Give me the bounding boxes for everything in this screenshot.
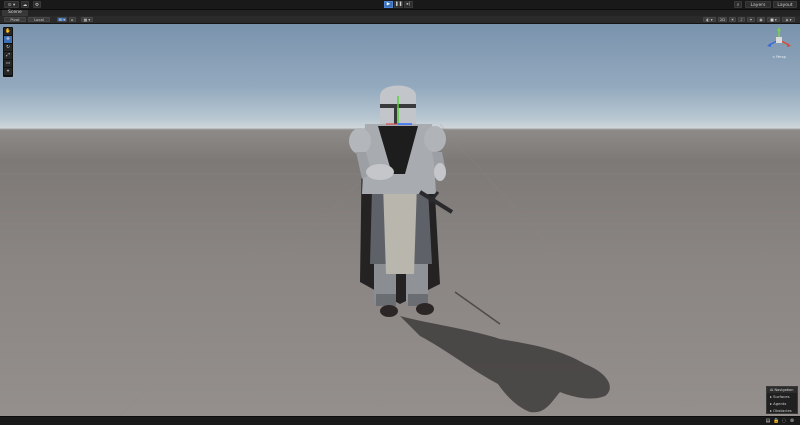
tabard (383, 184, 417, 274)
layers-dropdown[interactable]: Layers (745, 1, 771, 8)
overlay-item-agents[interactable]: ▸ Agents (767, 400, 797, 407)
lock-icon[interactable]: 🔒 (773, 418, 779, 424)
pause-icon[interactable]: ❚❚ (394, 1, 403, 8)
network-icon[interactable]: ⊗ (789, 418, 795, 424)
collab-button[interactable]: ⚙ (33, 1, 41, 8)
increment-dropdown[interactable]: ▦ ▾ (81, 17, 93, 22)
right-gauntlet (434, 163, 446, 181)
ai-navigation-overlay: AI Navigation ▸ Surfaces ▸ Agents ▸ Obst… (766, 386, 798, 414)
scene-viewport[interactable] (0, 24, 800, 416)
lighting-icon[interactable]: ☀ (729, 17, 736, 22)
layout-dropdown[interactable]: Layout (773, 1, 797, 8)
overlay-item-surfaces[interactable]: ▸ Surfaces (767, 393, 797, 400)
right-boot (416, 303, 434, 315)
left-boot (380, 305, 398, 317)
space-dropdown[interactable]: Local (28, 17, 50, 22)
mode-2d-toggle[interactable]: 2D (718, 17, 727, 22)
move-tool-icon[interactable]: ✥ (4, 36, 12, 44)
left-pauldron (349, 128, 371, 154)
snap-toggle[interactable]: ▸ (69, 17, 76, 22)
axis-cube-icon (767, 27, 791, 47)
perspective-label[interactable]: < Persp (766, 55, 792, 59)
search-icon[interactable]: ⌕ (734, 1, 742, 8)
scene-toolbar: Pivot Local ⊞ ▾ ▸ ▦ ▾ ◐ ▾ 2D ☀ ♪ ✦ ◉ ■ ▾… (0, 16, 800, 24)
hand-tool-icon[interactable]: ✋ (4, 28, 12, 36)
visibility-icon[interactable]: ◉ (757, 17, 765, 22)
pivot-dropdown[interactable]: Pivot (4, 17, 26, 22)
effects-icon[interactable]: ✦ (747, 17, 755, 22)
overlay-item-obstacles[interactable]: ▸ Obstacles (767, 407, 797, 414)
tool-palette: ✋ ✥ ↻ ⤢ ▭ ⌖ (3, 27, 13, 77)
console-icon[interactable]: ▤ (765, 418, 771, 424)
rotate-tool-icon[interactable]: ↻ (4, 44, 12, 52)
rect-tool-icon[interactable]: ▭ (4, 60, 12, 68)
camera-dropdown[interactable]: ■ ▾ (767, 17, 780, 22)
cloud-icon[interactable]: ☁ (21, 1, 29, 8)
play-controls: ▶ ❚❚ ▸| (384, 1, 413, 8)
right-pauldron (424, 126, 446, 152)
main-toolbar: ⊙ ▾ ☁ ⚙ ▶ ❚❚ ▸| ⌕ Layers Layout (0, 0, 800, 10)
gizmos-dropdown[interactable]: ◈ ▾ (782, 17, 795, 22)
left-gauntlet (366, 164, 394, 180)
scale-tool-icon[interactable]: ⤢ (4, 52, 12, 60)
audio-icon[interactable]: ♪ (738, 17, 745, 22)
character-shadow (400, 316, 610, 413)
play-icon[interactable]: ▶ (384, 1, 393, 8)
grid-dropdown[interactable]: ⊞ ▾ (57, 17, 67, 22)
scene-render (0, 85, 800, 416)
transform-tool-icon[interactable]: ⌖ (4, 68, 12, 76)
orientation-gizmo[interactable]: < Persp (766, 26, 792, 60)
light-icon[interactable]: ◌ (781, 418, 787, 424)
step-icon[interactable]: ▸| (404, 1, 413, 8)
shading-dropdown[interactable]: ◐ ▾ (703, 17, 716, 22)
account-dropdown[interactable]: ⊙ ▾ (4, 1, 19, 8)
